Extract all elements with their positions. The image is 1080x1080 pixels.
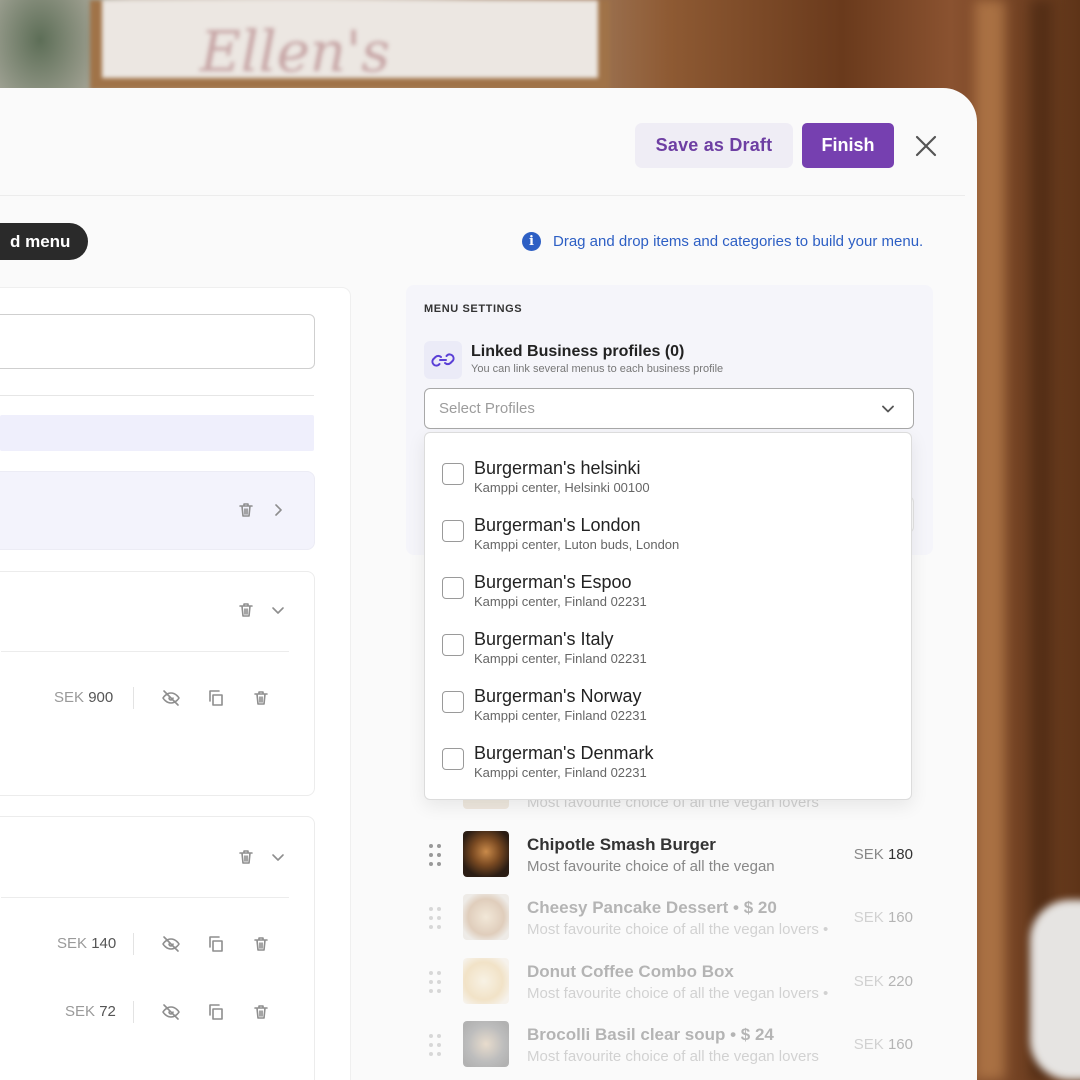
profile-option[interactable]: Burgerman's Norway Kamppi center, Finlan… <box>425 661 911 723</box>
profile-option[interactable]: Burgerman's Italy Kamppi center, Finland… <box>425 604 911 666</box>
eye-off-icon[interactable] <box>161 1002 181 1022</box>
item-price: SEK 72 <box>65 1003 116 1020</box>
profile-checkbox[interactable] <box>442 691 464 713</box>
price-separator <box>133 933 134 955</box>
drag-handle-icon[interactable] <box>428 1033 442 1057</box>
link-icon <box>424 341 462 379</box>
chevron-right-icon[interactable] <box>268 500 288 520</box>
trash-icon[interactable] <box>236 500 256 520</box>
item-name: Donut Coffee Combo Box <box>527 962 734 981</box>
menu-item-row[interactable]: Brocolli Basil clear soup • $ 24 Most fa… <box>424 1021 924 1071</box>
item-description: Most favourite choice of all the vegan l… <box>527 921 829 938</box>
eye-off-icon[interactable] <box>161 688 181 708</box>
item-description: Most favourite choice of all the vegan l… <box>527 1048 819 1065</box>
category-card-expanded: SEK 140 SEK 72 <box>0 816 315 1080</box>
info-icon: i <box>522 232 541 251</box>
drag-handle-icon[interactable] <box>428 906 442 930</box>
chevron-down-icon[interactable] <box>268 847 288 867</box>
background-sign: Ellen's <box>200 20 391 85</box>
profile-address: Kamppi center, Finland 02231 <box>474 765 647 780</box>
chevron-down-icon[interactable] <box>268 600 288 620</box>
profiles-dropdown-list: Burgerman's helsinki Kamppi center, Hels… <box>424 432 912 800</box>
background-cup <box>1030 900 1080 1080</box>
select-placeholder: Select Profiles <box>439 400 535 417</box>
item-thumbnail <box>463 958 509 1004</box>
category-row-collapsed[interactable] <box>0 471 315 550</box>
profile-checkbox[interactable] <box>442 463 464 485</box>
item-price: SEK 140 <box>57 935 117 952</box>
profile-option[interactable]: Burgerman's helsinki Kamppi center, Hels… <box>425 433 911 495</box>
background-stripe <box>975 0 1005 1080</box>
trash-icon[interactable] <box>251 688 271 708</box>
trash-icon[interactable] <box>236 600 256 620</box>
trash-icon[interactable] <box>251 1002 271 1022</box>
close-icon[interactable] <box>912 132 940 160</box>
linked-profiles-title: Linked Business profiles (0) <box>471 343 685 360</box>
trash-icon[interactable] <box>251 934 271 954</box>
profile-checkbox[interactable] <box>442 520 464 542</box>
menu-item-row[interactable]: Chipotle Smash Burger Most favourite cho… <box>424 831 924 881</box>
save-as-draft-button[interactable]: Save as Draft <box>635 123 793 168</box>
drag-handle-icon[interactable] <box>428 843 442 867</box>
hint-text: Drag and drop items and categories to bu… <box>553 233 924 250</box>
drop-zone-highlight <box>0 415 314 451</box>
copy-icon[interactable] <box>206 688 226 708</box>
card-divider <box>1 897 289 898</box>
chevron-down-icon <box>882 405 894 413</box>
trash-icon[interactable] <box>236 847 256 867</box>
profile-name: Burgerman's Denmark <box>474 743 654 763</box>
price-separator <box>133 1001 134 1023</box>
profile-name: Burgerman's helsinki <box>474 458 641 478</box>
card-divider <box>1 651 289 652</box>
category-card-expanded: SEK 900 <box>0 571 315 796</box>
item-name: Cheesy Pancake Dessert • $ 20 <box>527 898 777 917</box>
left-divider <box>0 395 314 396</box>
header-divider <box>0 195 965 196</box>
menu-builder-panel: Save as Draft Finish d menu i Drag and d… <box>0 88 977 1080</box>
profile-name: Burgerman's Italy <box>474 629 614 649</box>
menu-tab-pill[interactable]: d menu <box>0 223 89 260</box>
profile-checkbox[interactable] <box>442 748 464 770</box>
item-name: Brocolli Basil clear soup • $ 24 <box>527 1025 774 1044</box>
drag-handle-icon[interactable] <box>428 970 442 994</box>
item-thumbnail <box>463 1021 509 1067</box>
item-thumbnail <box>463 894 509 940</box>
profile-name: Burgerman's London <box>474 515 641 535</box>
linked-profiles-subtitle: You can link several menus to each busin… <box>471 363 724 375</box>
profile-name: Burgerman's Norway <box>474 686 642 706</box>
profile-option[interactable]: Burgerman's London Kamppi center, Luton … <box>425 490 911 552</box>
profile-name: Burgerman's Espoo <box>474 572 632 592</box>
item-price: SEK 160 <box>853 1036 913 1053</box>
copy-icon[interactable] <box>206 1002 226 1022</box>
menu-settings-title: MENU SETTINGS <box>424 303 523 315</box>
profile-option[interactable]: Burgerman's Denmark Kamppi center, Finla… <box>425 718 911 780</box>
item-price: SEK 220 <box>853 973 913 990</box>
drag-drop-hint: i Drag and drop items and categories to … <box>522 232 923 251</box>
item-price: SEK 180 <box>853 846 913 863</box>
profile-checkbox[interactable] <box>442 577 464 599</box>
item-description: Most favourite choice of all the vegan l… <box>527 985 829 1002</box>
menu-item-row[interactable]: Cheesy Pancake Dessert • $ 20 Most favou… <box>424 894 924 944</box>
menu-item-row[interactable]: Donut Coffee Combo Box Most favourite ch… <box>424 958 924 1008</box>
item-price: SEK 900 <box>54 689 114 706</box>
item-name: Chipotle Smash Burger <box>527 835 716 854</box>
finish-button[interactable]: Finish <box>802 123 894 168</box>
profile-option[interactable]: Burgerman's Espoo Kamppi center, Finland… <box>425 547 911 609</box>
eye-off-icon[interactable] <box>161 934 181 954</box>
item-thumbnail <box>463 831 509 877</box>
profile-checkbox[interactable] <box>442 634 464 656</box>
select-profiles-dropdown[interactable]: Select Profiles <box>424 388 914 429</box>
menu-name-input[interactable] <box>0 314 315 369</box>
price-separator <box>133 687 134 709</box>
item-price: SEK 160 <box>853 909 913 926</box>
copy-icon[interactable] <box>206 934 226 954</box>
item-description: Most favourite choice of all the vegan <box>527 858 775 875</box>
